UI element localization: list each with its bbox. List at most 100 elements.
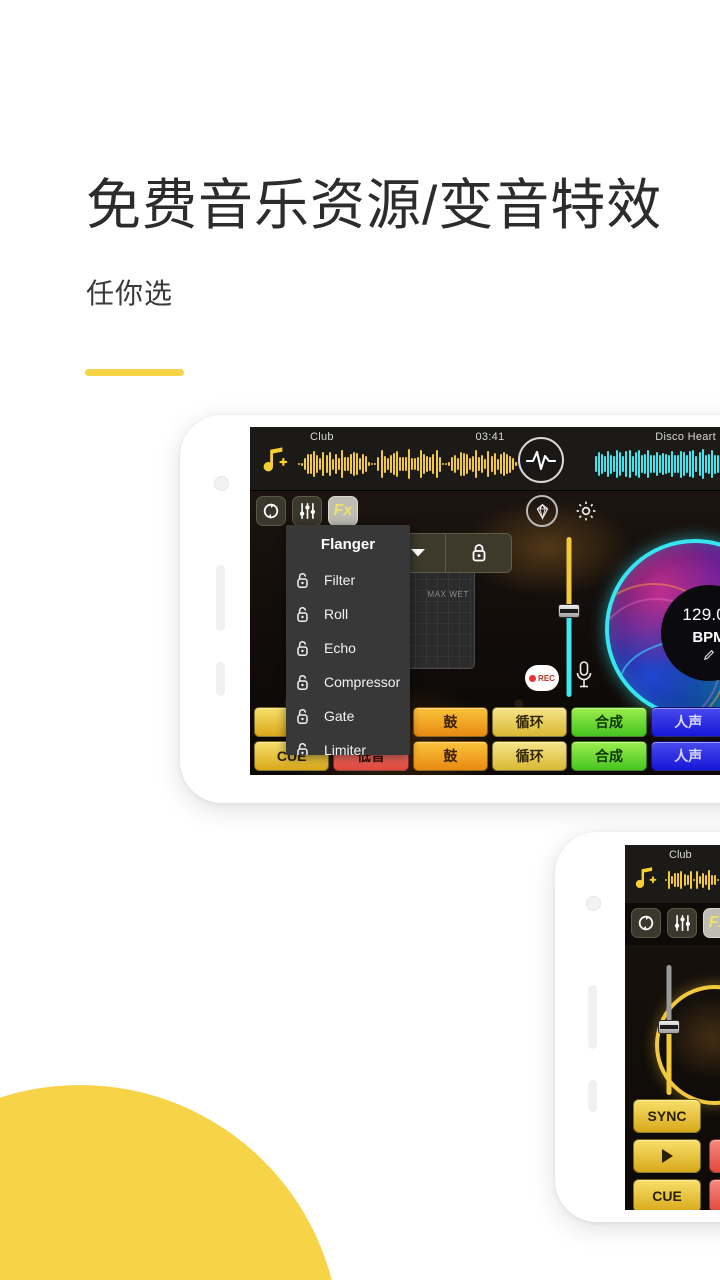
waveform-bar [322, 452, 325, 476]
page-title: 免费音乐资源/变音特效 [86, 174, 663, 236]
pad-secondary[interactable]: 低 [709, 1139, 720, 1173]
waveform-bar [622, 455, 625, 473]
waveform-bar [310, 454, 313, 474]
pad-button[interactable]: 循环 [491, 741, 568, 771]
waveform-bar [365, 456, 368, 472]
pad-button[interactable]: 鼓 [412, 707, 488, 737]
fx-dropdown-item[interactable]: Echo [286, 631, 410, 665]
fader-knob[interactable] [558, 604, 580, 619]
equalizer-sliders-icon[interactable] [292, 496, 322, 526]
waveform-bar [662, 452, 664, 476]
record-button[interactable]: REC [525, 665, 559, 691]
pad-button[interactable]: 人声 [650, 741, 720, 771]
waveform-bar [450, 457, 453, 471]
waveform-bar [511, 457, 514, 471]
app-screen-secondary: Club F SYNC CUE [625, 845, 720, 1210]
waveform-bar [475, 449, 478, 479]
waveform-bar [340, 450, 343, 479]
gear-icon[interactable] [570, 495, 602, 527]
waveform-bar [307, 454, 310, 474]
waveform-bar [472, 456, 475, 472]
right-track-label: Disco Heart [655, 431, 716, 443]
waveform-bar [459, 452, 462, 477]
fx-dropdown-item[interactable]: Compressor [286, 665, 410, 699]
waveform-bar [362, 454, 365, 474]
waveform-bar [356, 453, 359, 475]
phone2-camera-dot [586, 896, 601, 911]
fx-dropdown-item-label: Limiter [324, 742, 367, 755]
pad-button[interactable]: 人声 [650, 707, 720, 737]
waveform-bar [683, 873, 686, 887]
waveform-bar [655, 451, 658, 477]
waveform-bar [619, 452, 622, 476]
waveform-bar [665, 879, 667, 881]
sync-button[interactable]: SYNC [633, 1099, 701, 1133]
waveform-bar [346, 457, 349, 471]
pencil-icon[interactable] [703, 649, 715, 661]
waveform-bar [383, 455, 386, 473]
unlock-icon [296, 742, 318, 755]
waveform-bar [334, 453, 337, 475]
waveform-bar [695, 870, 698, 889]
microphone-icon[interactable] [575, 660, 593, 690]
accent-divider [85, 369, 184, 376]
waveform-bar [493, 452, 496, 476]
fx-button[interactable]: Fx [328, 496, 358, 526]
play-button-secondary[interactable] [633, 1139, 701, 1173]
waveform-bar [658, 454, 661, 473]
unlock-icon [296, 674, 318, 691]
waveform-bar [404, 457, 407, 471]
waveform-bar [631, 455, 634, 473]
loop-icon[interactable] [256, 496, 286, 526]
decorative-yellow-circle [0, 1085, 340, 1280]
fx-dropdown-item[interactable]: Filter [286, 563, 410, 597]
waveform-bar [469, 458, 472, 470]
fx-dropdown-menu[interactable]: Flanger Filter Roll Echo Compressor Gate Limi… [286, 525, 410, 755]
loop-icon[interactable] [631, 908, 661, 938]
waveform-bar [487, 450, 490, 478]
right-waveform[interactable] [595, 449, 720, 479]
play-icon [661, 1149, 673, 1163]
music-note-plus-icon [635, 867, 657, 889]
record-label: REC [538, 673, 555, 683]
cue-button-secondary[interactable]: CUE [633, 1179, 701, 1210]
lock-icon[interactable] [445, 534, 511, 572]
waveform-bar [301, 462, 304, 466]
waveform-bar [420, 450, 423, 478]
waveform-bar [414, 457, 417, 471]
crossfader-secondary[interactable] [658, 965, 680, 1095]
pad-button[interactable]: 鼓 [412, 741, 488, 771]
equalizer-sliders-icon[interactable] [667, 908, 697, 938]
waveform-bar [374, 463, 377, 465]
waveform-bar [429, 456, 432, 472]
waveform-bar [444, 463, 447, 465]
pad-button[interactable]: 合成 [571, 707, 647, 737]
waveform-bar [411, 458, 414, 470]
waveform-bar [710, 449, 713, 479]
waveform-secondary[interactable] [665, 869, 720, 891]
waveform-bar [595, 455, 597, 473]
waveform-bar [680, 450, 683, 478]
waveform-bar [313, 451, 316, 477]
fader-knob[interactable] [658, 1019, 680, 1034]
phone1-volume-button [216, 565, 225, 631]
music-note-plus-icon [263, 447, 288, 472]
unlock-icon [296, 708, 318, 725]
fx-dropdown-item[interactable]: Limiter [286, 733, 410, 755]
left-waveform[interactable] [298, 449, 518, 479]
waveform-pulse-icon[interactable] [518, 437, 564, 483]
pad-secondary[interactable]: 低 [709, 1179, 720, 1210]
waveform-bar [426, 455, 429, 473]
unlock-icon [296, 640, 318, 657]
pad-button[interactable]: 合成 [571, 741, 647, 771]
pad-label: 人声 [674, 748, 703, 764]
pad-button[interactable]: 循环 [491, 707, 568, 737]
waveform-bar [689, 871, 692, 889]
fx-dropdown-item[interactable]: Roll [286, 597, 410, 631]
record-dot-icon [529, 674, 537, 682]
waveform-bar [441, 463, 444, 465]
fx-button-secondary[interactable]: Fx [703, 908, 720, 938]
diamond-icon[interactable] [526, 495, 558, 527]
bpm-unit-label: BPM [692, 629, 720, 646]
fx-dropdown-item[interactable]: Gate [286, 699, 410, 733]
